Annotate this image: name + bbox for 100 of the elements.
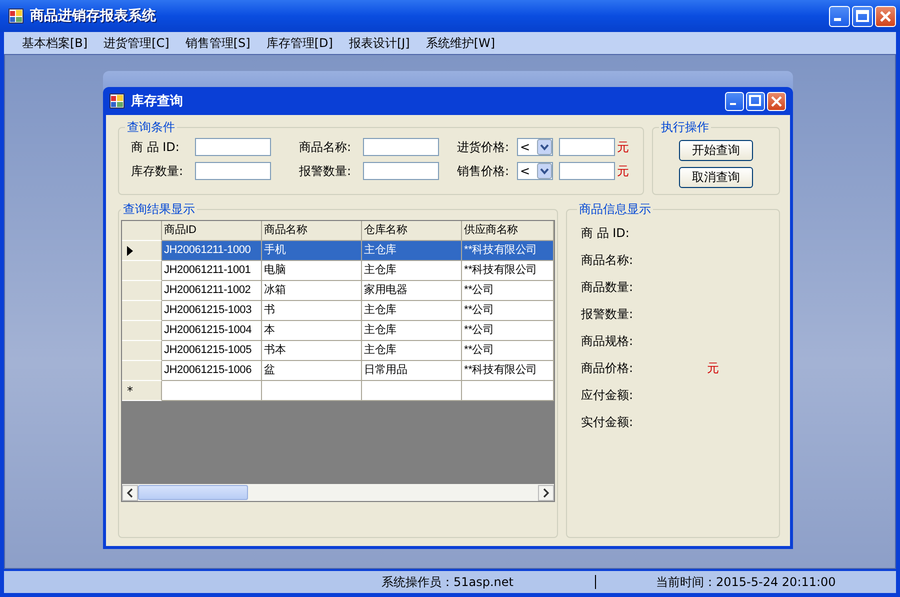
table-cell: 主仓库 [362,301,462,321]
table-cell: **公司 [462,341,554,361]
corner-header [122,221,162,241]
field-label: 报警数量: [299,162,352,180]
unit-label: 元 [707,360,719,377]
table-cell: **科技有限公司 [462,241,554,261]
column-header[interactable]: 商品名称 [262,221,362,241]
table-cell: JH20061211-1002 [162,281,262,301]
table-cell: **公司 [462,321,554,341]
minimize-button[interactable] [829,6,850,26]
table-cell: JH20061215-1006 [162,361,262,381]
table-cell: 冰箱 [262,281,362,301]
child-window-title: 库存查询 [131,92,183,110]
close-button[interactable] [767,92,786,110]
table-cell: 主仓库 [362,261,462,281]
table-cell: 电脑 [262,261,362,281]
table-cell: **公司 [462,281,554,301]
field-label: 商品名称: [299,138,352,156]
operator-dropdown[interactable]: < [517,138,553,156]
field-label: 报警数量: [581,306,634,323]
field-label: 商品价格: [581,360,634,377]
row-header [122,261,162,281]
row-header [122,281,162,301]
scroll-thumb[interactable] [138,485,248,500]
table-cell: 日常用品 [362,361,462,381]
row-header [122,301,162,321]
current-row-icon [127,246,133,256]
table-row[interactable]: JH20061215-1005 书本 主仓库 **公司 [122,341,554,361]
table-row[interactable]: JH20061215-1006 盆 日常用品 **科技有限公司 [122,361,554,381]
horizontal-scrollbar[interactable] [122,484,554,501]
row-header [122,341,162,361]
table-cell: 家用电器 [362,281,462,301]
table-row[interactable]: JH20061215-1003 书 主仓库 **公司 [122,301,554,321]
table-cell: JH20061211-1000 [162,241,262,261]
input-field[interactable] [363,138,439,156]
group-title: 查询条件 [126,119,176,136]
field-label: 进货价格: [457,138,510,156]
menu-item[interactable]: 报表设计[J] [340,33,418,53]
input-field[interactable] [559,162,615,180]
window-title: 商品进销存报表系统 [30,7,156,25]
app-icon [8,8,24,24]
table-cell: 主仓库 [362,341,462,361]
field-label: 商品数量: [581,279,634,296]
row-header [122,321,162,341]
table-cell: JH20061215-1005 [162,341,262,361]
new-row-marker: * [127,384,133,398]
minimize-icon [834,18,841,20]
field-label: 商 品 ID: [581,225,630,242]
table-cell: 盆 [262,361,362,381]
unit-label: 元 [617,138,629,156]
app-icon [109,93,125,109]
column-header[interactable]: 供应商名称 [462,221,554,241]
table-cell: **科技有限公司 [462,361,554,381]
table-row[interactable]: JH20061211-1000 手机 主仓库 **科技有限公司 [122,241,554,261]
table-cell: 主仓库 [362,321,462,341]
maximize-button[interactable] [852,6,873,26]
dropdown-icon [537,163,552,179]
menu-item[interactable]: 系统维护[W] [418,33,504,53]
field-label: 商品名称: [581,252,634,269]
group-title: 执行操作 [660,119,710,136]
table-row[interactable]: JH20061211-1001 电脑 主仓库 **科技有限公司 [122,261,554,281]
group-title: 商品信息显示 [578,201,652,218]
menu-item[interactable]: 基本档案[B] [14,33,96,53]
table-cell: JH20061215-1004 [162,321,262,341]
table-row[interactable]: JH20061215-1004 本 主仓库 **公司 [122,321,554,341]
scroll-right-icon [538,484,554,500]
field-label: 销售价格: [457,162,510,180]
field-label: 实付金额: [581,414,634,431]
scroll-left-icon [122,484,138,500]
action-button[interactable]: 取消查询 [679,167,753,188]
table-cell: 主仓库 [362,241,462,261]
table-cell: JH20061215-1003 [162,301,262,321]
table-cell: 手机 [262,241,362,261]
menu-item[interactable]: 进货管理[C] [96,33,178,53]
input-field[interactable] [195,138,271,156]
input-field[interactable] [195,162,271,180]
table-cell: 书本 [262,341,362,361]
minimize-button[interactable] [725,92,744,110]
input-field[interactable] [363,162,439,180]
field-label: 商品规格: [581,333,634,350]
group-title: 查询结果显示 [122,201,196,218]
table-cell: JH20061211-1001 [162,261,262,281]
close-button[interactable] [875,6,896,26]
unit-label: 元 [617,162,629,180]
operator-dropdown[interactable]: < [517,162,553,180]
input-field[interactable] [559,138,615,156]
menu-item[interactable]: 销售管理[S] [177,33,258,53]
menu-item[interactable]: 库存管理[D] [258,33,341,53]
minimize-icon [730,103,736,105]
table-cell: **公司 [462,301,554,321]
status-text: 系统操作员：51asp.net [382,575,514,589]
action-button[interactable]: 开始查询 [679,140,753,161]
table-cell: 书 [262,301,362,321]
column-header[interactable]: 仓库名称 [362,221,462,241]
dropdown-icon [537,139,552,155]
field-label: 商 品 ID: [131,138,180,156]
field-label: 库存数量: [131,162,184,180]
table-row[interactable]: JH20061211-1002 冰箱 家用电器 **公司 [122,281,554,301]
maximize-button[interactable] [746,92,765,110]
column-header[interactable]: 商品ID [162,221,262,241]
